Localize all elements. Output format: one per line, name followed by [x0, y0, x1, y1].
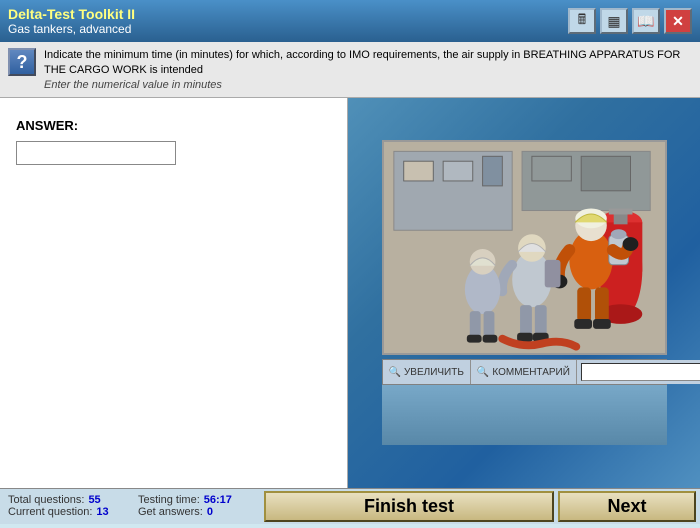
get-answers-row: Get answers: 0 [138, 506, 252, 518]
calculator-icon[interactable]: 🖩 [568, 8, 596, 34]
testing-time-value: 56:17 [204, 494, 232, 506]
total-questions-label: Total questions: [8, 494, 84, 506]
app-subtitle: Gas tankers, advanced [8, 22, 135, 36]
enlarge-label: УВЕЛИЧИТЬ [404, 367, 464, 378]
app-title: Delta-Test Toolkit II [8, 6, 135, 22]
next-button[interactable]: Next [558, 491, 696, 522]
thumbnail-strip [382, 385, 667, 445]
title-bar: Delta-Test Toolkit II Gas tankers, advan… [0, 0, 700, 42]
bottom-bar: Total questions: 55 Current question: 13… [0, 488, 700, 524]
stats-left: Total questions: 55 Current question: 13 [0, 489, 130, 524]
left-panel: ANSWER: [0, 98, 348, 488]
title-text: Delta-Test Toolkit II Gas tankers, advan… [8, 6, 135, 36]
question-mark-icon: ? [8, 48, 36, 76]
image-search: 🔍 [577, 360, 700, 384]
title-icons: 🖩 ▦ 📖 ✕ [568, 8, 692, 34]
firefighter-image [384, 140, 665, 355]
question-bar: ? Indicate the minimum time (in minutes)… [0, 42, 700, 98]
comment-label: КОММЕНТАРИЙ [492, 367, 570, 378]
stats-right: Testing time: 56:17 Get answers: 0 [130, 489, 260, 524]
question-content: Indicate the minimum time (in minutes) f… [44, 48, 692, 91]
comment-button[interactable]: 🔍 КОММЕНТАРИЙ [471, 360, 577, 384]
close-icon[interactable]: ✕ [664, 8, 692, 34]
testing-time-row: Testing time: 56:17 [138, 494, 252, 506]
testing-time-label: Testing time: [138, 494, 200, 506]
main-content: ANSWER: [0, 98, 700, 488]
total-questions-value: 55 [88, 494, 100, 506]
spreadsheet-icon[interactable]: ▦ [600, 8, 628, 34]
question-text: Indicate the minimum time (in minutes) f… [44, 48, 692, 79]
image-container [382, 140, 667, 355]
current-question-row: Current question: 13 [8, 506, 122, 518]
current-question-value: 13 [96, 506, 108, 518]
book-icon[interactable]: 📖 [632, 8, 660, 34]
get-answers-label: Get answers: [138, 506, 203, 518]
magnify-icon: 🔍 [389, 367, 401, 378]
question-hint: Enter the numerical value in minutes [44, 79, 692, 91]
image-toolbar: 🔍 УВЕЛИЧИТЬ 🔍 КОММЕНТАРИЙ 🔍 [382, 359, 667, 385]
right-panel: 🔍 УВЕЛИЧИТЬ 🔍 КОММЕНТАРИЙ 🔍 [348, 98, 700, 488]
comment-icon: 🔍 [477, 367, 489, 378]
image-search-input[interactable] [581, 363, 700, 381]
enlarge-button[interactable]: 🔍 УВЕЛИЧИТЬ [383, 360, 471, 384]
total-questions-row: Total questions: 55 [8, 494, 122, 506]
get-answers-value: 0 [207, 506, 213, 518]
answer-input[interactable] [16, 141, 176, 165]
finish-test-button[interactable]: Finish test [264, 491, 554, 522]
current-question-label: Current question: [8, 506, 92, 518]
answer-label: ANSWER: [16, 118, 331, 133]
